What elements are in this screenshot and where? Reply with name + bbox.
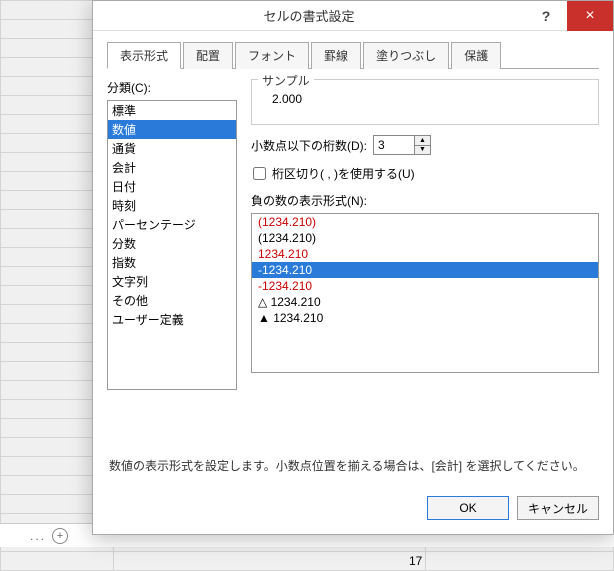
negative-format-item[interactable]: -1234.210 (252, 278, 598, 294)
category-item[interactable]: 文字列 (108, 272, 236, 291)
category-item[interactable]: ユーザー定義 (108, 310, 236, 329)
format-cells-dialog: セルの書式設定 ? × 表示形式配置フォント罫線塗りつぶし保護 分類(C): 標… (92, 0, 614, 535)
tab-4[interactable]: 塗りつぶし (363, 42, 449, 69)
category-item[interactable]: 数値 (108, 120, 236, 139)
category-item[interactable]: 日付 (108, 177, 236, 196)
thousands-checkbox[interactable] (253, 167, 266, 180)
format-description: 数値の表示形式を設定します。小数点位置を揃える場合は、[会計] を選択してくださ… (107, 447, 599, 480)
category-item[interactable]: 通貨 (108, 139, 236, 158)
category-item[interactable]: 標準 (108, 101, 236, 120)
category-item[interactable]: その他 (108, 291, 236, 310)
decimals-row: 小数点以下の桁数(D): ▲ ▼ (251, 135, 599, 155)
negative-format-item[interactable]: -1234.210 (252, 262, 598, 278)
category-item[interactable]: 時刻 (108, 196, 236, 215)
negative-format-label: 負の数の表示形式(N): (251, 192, 599, 209)
row-header[interactable] (1, 552, 114, 571)
tab-2[interactable]: フォント (235, 42, 309, 69)
thousands-checkbox-row[interactable]: 桁区切り( , )を使用する(U) (251, 165, 599, 182)
add-sheet-button[interactable]: + (52, 528, 68, 544)
dialog-titlebar[interactable]: セルの書式設定 ? × (93, 1, 613, 31)
spinner-down-icon[interactable]: ▼ (415, 146, 430, 155)
negative-format-item[interactable]: △ 1234.210 (252, 294, 598, 310)
cancel-button[interactable]: キャンセル (517, 496, 599, 520)
category-label: 分類(C): (107, 79, 237, 96)
decimals-spinner[interactable]: ▲ ▼ (373, 135, 431, 155)
tab-0[interactable]: 表示形式 (107, 42, 181, 69)
category-item[interactable]: 会計 (108, 158, 236, 177)
category-list[interactable]: 標準数値通貨会計日付時刻パーセンテージ分数指数文字列その他ユーザー定義 (107, 100, 237, 390)
cell[interactable] (426, 552, 614, 571)
decimals-input[interactable] (374, 136, 414, 154)
sample-box: サンプル 2.000 (251, 79, 599, 125)
close-button[interactable]: × (567, 1, 613, 31)
negative-format-list[interactable]: (1234.210)(1234.210)1234.210-1234.210-12… (251, 213, 599, 373)
dialog-buttons: OK キャンセル (93, 486, 613, 534)
tab-5[interactable]: 保護 (451, 42, 501, 69)
tab-1[interactable]: 配置 (183, 42, 233, 69)
dialog-title: セルの書式設定 (93, 6, 525, 25)
spinner-up-icon[interactable]: ▲ (415, 136, 430, 146)
ok-button[interactable]: OK (427, 496, 509, 520)
sample-value: 2.000 (264, 88, 586, 110)
decimals-label: 小数点以下の桁数(D): (251, 137, 367, 154)
sheet-tabs-more[interactable]: ... (30, 529, 46, 543)
category-item[interactable]: 指数 (108, 253, 236, 272)
negative-format-item[interactable]: (1234.210) (252, 230, 598, 246)
negative-format-item[interactable]: 1234.210 (252, 246, 598, 262)
help-button[interactable]: ? (525, 1, 567, 31)
sample-label: サンプル (258, 72, 314, 89)
cell[interactable]: 17 (113, 552, 426, 571)
dialog-body: 表示形式配置フォント罫線塗りつぶし保護 分類(C): 標準数値通貨会計日付時刻パ… (93, 31, 613, 486)
category-item[interactable]: パーセンテージ (108, 215, 236, 234)
tab-3[interactable]: 罫線 (311, 42, 361, 69)
number-format-panel: 分類(C): 標準数値通貨会計日付時刻パーセンテージ分数指数文字列その他ユーザー… (107, 69, 599, 447)
category-item[interactable]: 分数 (108, 234, 236, 253)
negative-format-item[interactable]: ▲ 1234.210 (252, 310, 598, 326)
tabs-row: 表示形式配置フォント罫線塗りつぶし保護 (107, 41, 599, 69)
thousands-label: 桁区切り( , )を使用する(U) (272, 165, 415, 182)
negative-format-item[interactable]: (1234.210) (252, 214, 598, 230)
